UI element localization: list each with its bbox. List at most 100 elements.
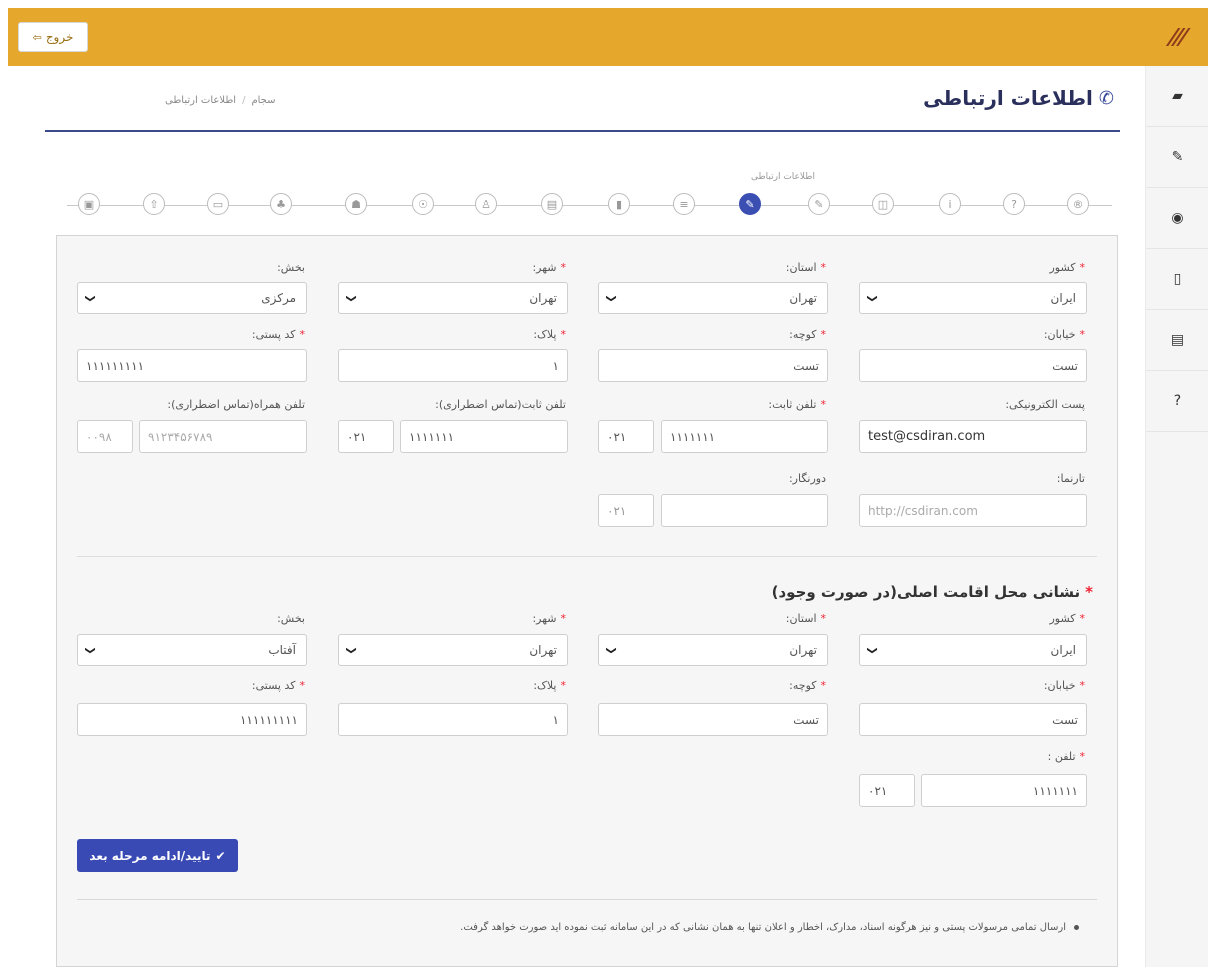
step-question-icon[interactable]: ? bbox=[1003, 193, 1025, 215]
step-edit-icon[interactable]: ✎ bbox=[808, 193, 830, 215]
res-street-label: *خیابان: bbox=[1043, 679, 1085, 692]
step-money-icon[interactable]: ◫ bbox=[872, 193, 894, 215]
res-street-field: *خیابان: bbox=[859, 679, 1087, 699]
chevron-down-icon: ❯ bbox=[866, 645, 878, 655]
step-upload-icon[interactable]: ⇧ bbox=[143, 193, 165, 215]
step-list-icon[interactable]: ≡ bbox=[673, 193, 695, 215]
fax-input[interactable] bbox=[661, 494, 828, 527]
step-info-icon[interactable]: i bbox=[939, 193, 961, 215]
submit-next-button[interactable]: ✔ تایید/ادامه مرحله بعد bbox=[77, 839, 238, 872]
plaque-input[interactable]: ۱ bbox=[338, 349, 568, 382]
emergency-mobile-code-input[interactable]: ۰۰۹۸ bbox=[77, 420, 133, 453]
res-country-select[interactable]: ❯ ایران bbox=[859, 634, 1087, 666]
res-province-field: *استان: bbox=[598, 612, 828, 632]
res-phone-label: *تلفن : bbox=[1047, 750, 1085, 763]
step-handshake-icon[interactable]: ☉ bbox=[412, 193, 434, 215]
brand: /// bbox=[1145, 8, 1208, 66]
res-street-input[interactable]: تست bbox=[859, 703, 1087, 736]
sidebar-item-view[interactable]: ◉ bbox=[1146, 188, 1208, 249]
logout-button[interactable]: ⇦ خروج bbox=[18, 22, 88, 52]
step-id-card-icon[interactable]: ▣ bbox=[78, 193, 100, 215]
step-binoculars-icon[interactable]: ♣ bbox=[270, 193, 292, 215]
province-select[interactable]: ❯ تهران bbox=[598, 282, 828, 314]
active-step-label: اطلاعات ارتباطی bbox=[751, 172, 815, 182]
email-label: پست الکترونیکی: bbox=[1005, 398, 1085, 411]
emergency-phone-code-input[interactable]: ۰۲۱ bbox=[338, 420, 394, 453]
chevron-down-icon: ❯ bbox=[84, 645, 96, 655]
website-field: تارنما: bbox=[859, 472, 1087, 492]
sidebar-item-mobile[interactable]: ▯ bbox=[1146, 249, 1208, 310]
logout-label: خروج bbox=[45, 30, 74, 44]
chevron-down-icon: ❯ bbox=[605, 293, 617, 303]
chevron-down-icon: ❯ bbox=[345, 645, 357, 655]
res-phone-code-input[interactable]: ۰۲۱ bbox=[859, 774, 915, 807]
res-district-select[interactable]: ❯ آفتاب bbox=[77, 634, 307, 666]
sidebar-item-calculator[interactable]: ▤ bbox=[1146, 310, 1208, 371]
emergency-phone-label: تلفن ثابت(تماس اضطراری): bbox=[435, 398, 566, 411]
chevron-down-icon: ❯ bbox=[345, 293, 357, 303]
info-note-text: ارسال تمامی مرسولات پستی و نیز هرگونه اس… bbox=[460, 922, 1066, 933]
res-alley-field: *کوچه: bbox=[598, 679, 828, 699]
step-address-card-icon[interactable]: ▤ bbox=[541, 193, 563, 215]
city-label: *شهر: bbox=[532, 261, 566, 274]
country-field: *کشور bbox=[859, 261, 1087, 281]
step-bookmark-icon[interactable]: ▮ bbox=[608, 193, 630, 215]
email-field: پست الکترونیکی: bbox=[859, 398, 1087, 418]
res-postal-input[interactable]: ۱۱۱۱۱۱۱۱۱ bbox=[77, 703, 307, 736]
res-alley-label: *کوچه: bbox=[789, 679, 826, 692]
page-header: ✆ اطلاعات ارتباطی سجام / اطلاعات ارتباطی bbox=[45, 66, 1120, 132]
sidebar-item-edit[interactable]: ✎ bbox=[1146, 127, 1208, 188]
emergency-mobile-input[interactable]: ۹۱۲۳۴۵۶۷۸۹ bbox=[139, 420, 307, 453]
res-city-field: *شهر: bbox=[338, 612, 568, 632]
step-sitemap-icon[interactable]: ♙ bbox=[475, 193, 497, 215]
country-select[interactable]: ❯ ایران bbox=[859, 282, 1087, 314]
page-title: ✆ اطلاعات ارتباطی bbox=[923, 86, 1114, 110]
res-phone-input[interactable]: ۱۱۱۱۱۱۱ bbox=[921, 774, 1087, 807]
emergency-phone-input[interactable]: ۱۱۱۱۱۱۱ bbox=[400, 420, 568, 453]
alley-input[interactable]: تست bbox=[598, 349, 828, 382]
sidebar-item-help[interactable]: ? bbox=[1146, 371, 1208, 432]
plaque-field: *پلاک: bbox=[338, 328, 568, 348]
res-plaque-field: *پلاک: bbox=[338, 679, 568, 699]
res-province-select[interactable]: ❯ تهران bbox=[598, 634, 828, 666]
street-field: *خیابان: bbox=[859, 328, 1087, 348]
street-input[interactable]: تست bbox=[859, 349, 1087, 382]
breadcrumb-current: اطلاعات ارتباطی bbox=[165, 95, 237, 106]
res-alley-input[interactable]: تست bbox=[598, 703, 828, 736]
chevron-down-icon: ❯ bbox=[866, 293, 878, 303]
res-plaque-label: *پلاک: bbox=[533, 679, 566, 692]
phone-field: *تلفن ثابت: bbox=[598, 398, 828, 418]
contact-form: *کشور *استان: *شهر: بخش: ❯ ایران ❯ تهران… bbox=[56, 235, 1118, 967]
breadcrumb-home[interactable]: سجام bbox=[251, 95, 275, 106]
step-edit-icon-active[interactable]: ✎ bbox=[739, 193, 761, 215]
question-icon: ? bbox=[1173, 393, 1182, 409]
fax-code-input[interactable]: ۰۲۱ bbox=[598, 494, 654, 527]
emergency-mobile-label: تلفن همراه(تماس اضطراری): bbox=[167, 398, 305, 411]
bullet-icon bbox=[1074, 925, 1079, 930]
book-icon: ▰ bbox=[1172, 88, 1183, 104]
alley-label: *کوچه: bbox=[789, 328, 826, 341]
res-postal-field: *کد پستی: bbox=[77, 679, 307, 699]
info-note: ارسال تمامی مرسولات پستی و نیز هرگونه اس… bbox=[460, 922, 1079, 933]
sidebar-item-book[interactable]: ▰ bbox=[1146, 66, 1208, 127]
res-city-select[interactable]: ❯ تهران bbox=[338, 634, 568, 666]
mobile-icon: ▯ bbox=[1173, 271, 1182, 287]
district-select[interactable]: ❯ مرکزی bbox=[77, 282, 307, 314]
res-province-label: *استان: bbox=[785, 612, 826, 625]
res-plaque-input[interactable]: ۱ bbox=[338, 703, 568, 736]
city-field: *شهر: bbox=[338, 261, 568, 281]
province-label: *استان: bbox=[785, 261, 826, 274]
phone-code-input[interactable]: ۰۲۱ bbox=[598, 420, 654, 453]
alley-field: *کوچه: bbox=[598, 328, 828, 348]
step-credit-card-icon[interactable]: ▭ bbox=[207, 193, 229, 215]
phone-input[interactable]: ۱۱۱۱۱۱۱ bbox=[661, 420, 828, 453]
country-label: *کشور bbox=[1049, 261, 1085, 274]
sidebar: ▰ ✎ ◉ ▯ ▤ ? bbox=[1145, 66, 1208, 967]
step-users-icon[interactable]: ☗ bbox=[345, 193, 367, 215]
website-input[interactable]: http://csdiran.com bbox=[859, 494, 1087, 527]
postal-input[interactable]: ۱۱۱۱۱۱۱۱۱ bbox=[77, 349, 307, 382]
res-country-label: *کشور bbox=[1049, 612, 1085, 625]
city-select[interactable]: ❯ تهران bbox=[338, 282, 568, 314]
step-registered-icon[interactable]: ® bbox=[1067, 193, 1089, 215]
email-input[interactable]: test@csdiran.com bbox=[859, 420, 1087, 453]
